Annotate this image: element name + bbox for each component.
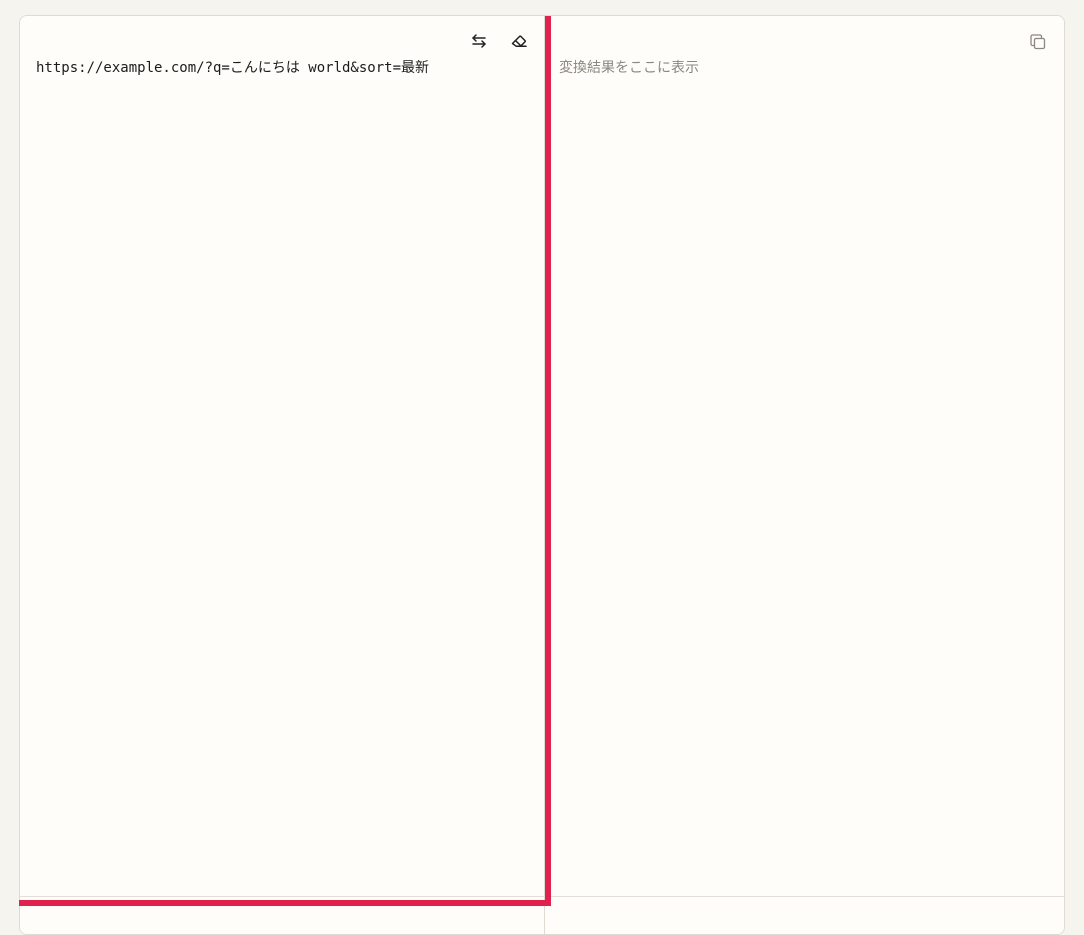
active-focus-border-right	[545, 16, 551, 906]
clear-button[interactable]	[508, 30, 530, 52]
output-placeholder: 変換結果をここに表示	[559, 60, 699, 76]
converter-app: https://example.com/?q=こんにちは world&sort=…	[0, 0, 1084, 935]
eraser-icon	[510, 32, 528, 50]
output-pane-footer-divider	[547, 896, 1064, 897]
output-pane[interactable]: 変換結果をここに表示	[547, 16, 1064, 934]
input-pane[interactable]: https://example.com/?q=こんにちは world&sort=…	[20, 16, 545, 934]
input-pane-footer-divider	[20, 896, 544, 897]
swap-button[interactable]	[468, 30, 490, 52]
active-focus-border-bottom	[19, 900, 551, 906]
copy-icon	[1029, 33, 1047, 51]
input-field[interactable]: https://example.com/?q=こんにちは world&sort=…	[36, 58, 528, 78]
copy-button[interactable]	[1027, 31, 1049, 53]
input-toolbar	[468, 30, 530, 52]
editor-panels: https://example.com/?q=こんにちは world&sort=…	[19, 15, 1065, 935]
swap-arrows-icon	[470, 32, 488, 50]
